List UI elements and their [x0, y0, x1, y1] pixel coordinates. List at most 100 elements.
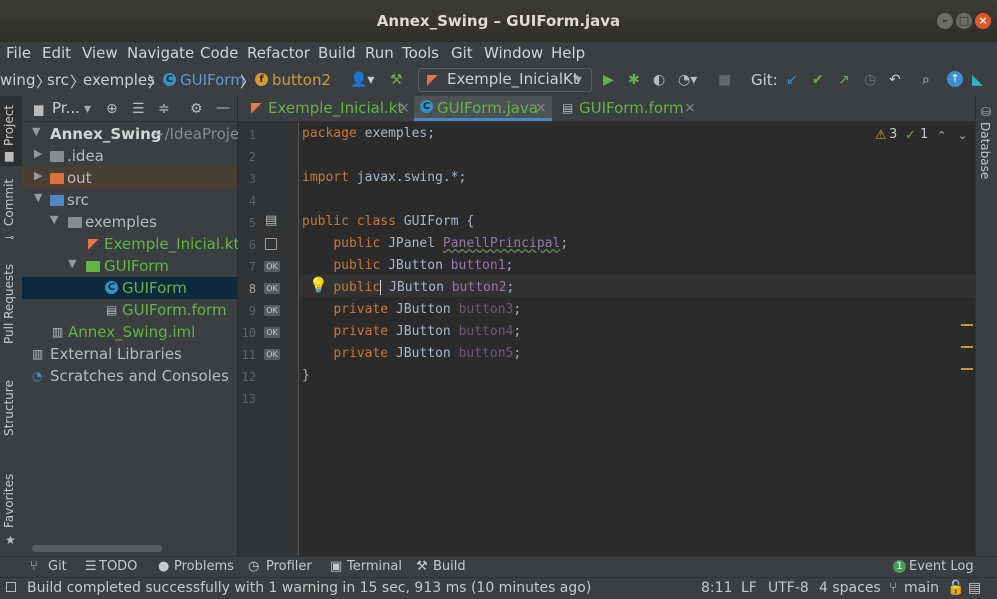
project-view-select[interactable]: Pr...: [52, 99, 80, 117]
ok-check-icon[interactable]: ✓: [905, 128, 916, 144]
toolbox-icon[interactable]: ◣: [972, 72, 983, 88]
chevron-down-icon[interactable]: ▼: [34, 191, 42, 204]
tree-item-out[interactable]: ▶ out: [22, 167, 237, 189]
git-commit-icon[interactable]: ✔: [812, 72, 824, 88]
menu-file[interactable]: File: [6, 44, 31, 62]
unbound-field-icon[interactable]: [265, 238, 277, 250]
tool-profiler[interactable]: Profiler: [266, 559, 312, 574]
bound-ok-icon[interactable]: OK: [264, 305, 280, 316]
bound-ok-icon[interactable]: OK: [264, 283, 280, 294]
debug-icon[interactable]: ✱: [628, 72, 640, 88]
indent-setting[interactable]: 4 spaces: [819, 580, 881, 596]
breadcrumb-button2[interactable]: button2: [272, 71, 331, 89]
form-binding-icon[interactable]: ▤: [265, 213, 277, 229]
git-branch[interactable]: main: [904, 580, 939, 596]
git-update-icon[interactable]: ↙: [786, 72, 798, 88]
rollback-icon[interactable]: ↶: [889, 72, 901, 88]
menu-view[interactable]: View: [82, 44, 118, 62]
git-push-icon[interactable]: ↗: [838, 72, 850, 88]
hide-icon[interactable]: —: [216, 100, 230, 116]
chevron-down-icon[interactable]: ▾: [84, 101, 91, 117]
stop-icon[interactable]: ■: [718, 72, 731, 88]
close-icon[interactable]: ×: [398, 100, 410, 116]
tab-exemple-inicial[interactable]: ◤ Exemple_Inicial.kt ×: [246, 96, 414, 121]
tree-item-guiform-class[interactable]: C GUIForm: [22, 277, 237, 299]
code-editor[interactable]: package exemples; import javax.swing.*; …: [299, 122, 975, 556]
tree-item-idea[interactable]: ▶ .idea: [22, 145, 237, 167]
status-message[interactable]: Build completed successfully with 1 warn…: [27, 580, 591, 596]
tree-item-external-libraries[interactable]: ▥ External Libraries: [22, 343, 237, 365]
tree-item-guiform-form[interactable]: ▤ GUIForm.form: [22, 299, 237, 321]
warning-icon[interactable]: ⚠: [875, 128, 887, 144]
tool-problems[interactable]: Problems: [174, 559, 234, 574]
menu-git[interactable]: Git: [451, 44, 473, 62]
minimize-icon[interactable]: –: [937, 13, 953, 29]
locate-icon[interactable]: ⊕: [106, 101, 118, 117]
run-icon[interactable]: ▶: [603, 72, 614, 88]
memory-icon[interactable]: ▤: [968, 580, 981, 596]
tool-project[interactable]: Project: [2, 105, 16, 146]
tool-commit[interactable]: Commit: [2, 179, 16, 226]
warning-marker[interactable]: [961, 368, 973, 370]
tree-item-guiform-folder[interactable]: ▼ GUIForm: [22, 255, 237, 277]
menu-help[interactable]: Help: [551, 44, 585, 62]
update-icon[interactable]: ↑: [947, 71, 963, 87]
tool-pull-requests[interactable]: Pull Requests: [2, 264, 16, 344]
warning-marker[interactable]: [961, 324, 973, 326]
tree-item-scratches[interactable]: ◔ Scratches and Consoles: [22, 365, 237, 387]
line-separator[interactable]: LF: [741, 580, 757, 596]
tool-database[interactable]: Database: [978, 122, 992, 179]
close-icon[interactable]: ×: [684, 100, 696, 116]
tool-favorites[interactable]: Favorites: [2, 474, 16, 528]
chevron-down-icon[interactable]: ▼: [50, 213, 58, 226]
tool-structure[interactable]: Structure: [2, 380, 16, 436]
maximize-icon[interactable]: □: [956, 13, 972, 29]
tab-guiform-form[interactable]: ▤ GUIForm.form ×: [558, 96, 703, 121]
search-icon[interactable]: ⌕: [922, 72, 930, 88]
chevron-right-icon[interactable]: ▶: [34, 169, 42, 182]
run-config-select[interactable]: ◤ Exemple_InicialKt ▾: [418, 68, 592, 92]
lock-icon[interactable]: 🔓: [947, 580, 964, 596]
close-icon[interactable]: ×: [975, 13, 991, 29]
menu-run[interactable]: Run: [365, 44, 394, 62]
bound-ok-icon[interactable]: OK: [264, 349, 280, 360]
tool-todo[interactable]: TODO: [99, 559, 137, 574]
menu-window[interactable]: Window: [484, 44, 543, 62]
breadcrumb-exemples[interactable]: exemples: [83, 71, 155, 89]
lightbulb-icon[interactable]: 💡: [309, 277, 328, 293]
tree-item-annex-swing[interactable]: ▼ Annex_Swing ~/IdeaProjec: [22, 123, 247, 145]
tool-event-log[interactable]: Event Log: [909, 559, 974, 574]
close-icon[interactable]: ×: [535, 100, 547, 116]
chevron-up-icon[interactable]: ⌃: [937, 128, 946, 144]
tool-git[interactable]: Git: [48, 559, 67, 574]
history-icon[interactable]: ◷: [864, 72, 876, 88]
tree-item-src[interactable]: ▼ src: [22, 189, 237, 211]
tool-build[interactable]: Build: [433, 559, 466, 574]
tree-item-exemples[interactable]: ▼ exemples: [22, 211, 237, 233]
coverage-icon[interactable]: ◐: [653, 72, 665, 88]
chevron-right-icon[interactable]: ▶: [34, 147, 42, 160]
gear-icon[interactable]: ⚙: [190, 101, 203, 117]
breadcrumb-guiform[interactable]: GUIForm: [180, 71, 245, 89]
user-icon[interactable]: 👤▾: [350, 72, 374, 88]
chevron-down-icon[interactable]: ⌄: [958, 128, 967, 144]
bound-ok-icon[interactable]: OK: [264, 327, 280, 338]
breadcrumb-src[interactable]: src: [47, 71, 69, 89]
hammer-icon[interactable]: ⚒: [390, 72, 403, 88]
profile-icon[interactable]: ◔▾: [678, 72, 697, 88]
tree-item-iml[interactable]: ▥ Annex_Swing.iml: [22, 321, 237, 343]
menu-edit[interactable]: Edit: [42, 44, 71, 62]
menu-refactor[interactable]: Refactor: [247, 44, 310, 62]
tab-guiform-java[interactable]: C GUIForm.java ×: [414, 96, 552, 121]
breadcrumb-project[interactable]: wing: [0, 71, 35, 89]
bound-ok-icon[interactable]: OK: [264, 261, 280, 272]
status-toggle-icon[interactable]: [6, 582, 16, 592]
tree-item-exemple-inicial[interactable]: ◤ Exemple_Inicial.kt: [22, 233, 239, 255]
caret-position[interactable]: 8:11: [701, 580, 732, 596]
chevron-down-icon[interactable]: ▼: [68, 257, 76, 270]
warning-marker[interactable]: [961, 346, 973, 348]
menu-code[interactable]: Code: [200, 44, 238, 62]
collapse-all-icon[interactable]: ≑: [158, 101, 170, 117]
menu-tools[interactable]: Tools: [402, 44, 439, 62]
menu-navigate[interactable]: Navigate: [127, 44, 194, 62]
